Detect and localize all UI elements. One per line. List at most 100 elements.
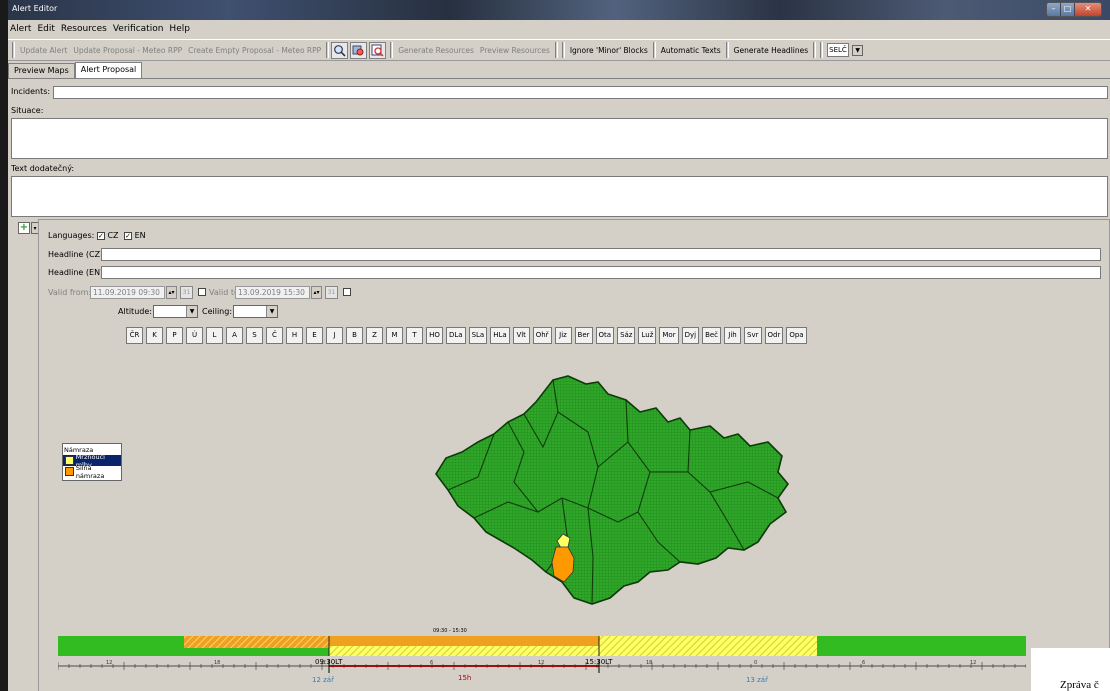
generate-resources-button[interactable]: Generate Resources	[395, 46, 477, 55]
menu-resources[interactable]: Resources	[61, 24, 107, 34]
chevron-down-icon[interactable]: ▼	[852, 44, 864, 56]
tab-preview-maps[interactable]: Preview Maps	[8, 63, 75, 78]
lang-cz-checkbox[interactable]: ✓	[96, 231, 105, 240]
automatic-texts-button[interactable]: Automatic Texts	[658, 46, 724, 55]
region-button[interactable]: Luž	[638, 327, 657, 344]
region-button[interactable]: SLa	[468, 327, 488, 344]
toolbar-separator	[390, 42, 394, 58]
region-button[interactable]: Opa	[786, 327, 807, 344]
text-dodatecny-textarea[interactable]	[11, 176, 1108, 217]
region-button[interactable]: M	[386, 327, 403, 344]
region-button[interactable]: HLa	[490, 327, 510, 344]
region-button[interactable]: K	[146, 327, 163, 344]
region-button[interactable]: Odr	[764, 327, 784, 344]
menu-help[interactable]: Help	[169, 24, 190, 34]
region-button[interactable]: L	[206, 327, 223, 344]
region-button[interactable]: Sáz	[617, 327, 636, 344]
timezone-select[interactable]: SELČ ▼	[827, 43, 864, 57]
hour-tick-label: 6	[430, 660, 433, 666]
ignore-minor-blocks-button[interactable]: Ignore 'Minor' Blocks	[567, 46, 651, 55]
calendar-icon[interactable]: 31	[325, 286, 338, 299]
timezone-value: SELČ	[827, 43, 850, 57]
region-button[interactable]: T	[406, 327, 423, 344]
menu-verification[interactable]: Verification	[113, 24, 164, 34]
hour-labels: 12 18 0 6 12 18 0 6 12	[106, 660, 976, 666]
update-proposal-button[interactable]: Update Proposal - Meteo RPP	[70, 46, 185, 55]
map-search-icon[interactable]	[350, 41, 368, 59]
region-button[interactable]: Č	[266, 327, 283, 344]
region-button[interactable]: DLa	[446, 327, 466, 344]
preview-resources-button[interactable]: Preview Resources	[477, 46, 553, 55]
region-button[interactable]: Jiz	[554, 327, 572, 344]
timeline-bar[interactable]	[58, 636, 1026, 656]
valid-from-spinner[interactable]: ▴▾	[166, 286, 177, 299]
toolbar-separator	[813, 42, 817, 58]
valid-to-checkbox[interactable]	[198, 288, 206, 296]
hour-tick-label: 0	[754, 660, 757, 666]
headline-cz-field[interactable]	[101, 248, 1101, 261]
region-button[interactable]: Ota	[595, 327, 615, 344]
timeline-segment-active[interactable]	[329, 636, 599, 646]
region-button[interactable]: P	[166, 327, 183, 344]
menu-alert[interactable]: Alert	[10, 24, 31, 34]
region-button[interactable]: Dyj	[681, 327, 700, 344]
lang-cz-label: CZ	[107, 231, 119, 240]
lang-en-checkbox[interactable]: ✓	[124, 231, 133, 240]
close-button[interactable]: ✕	[1075, 3, 1101, 16]
generate-headlines-button[interactable]: Generate Headlines	[731, 46, 811, 55]
text-dodatecny-label: Text dodatečný:	[11, 164, 75, 173]
toolbar-separator	[561, 42, 565, 58]
valid-to-field[interactable]: 13.09.2019 15:30	[235, 286, 310, 299]
altitude-select[interactable]: ▼	[153, 305, 198, 318]
chevron-down-icon: ▼	[266, 306, 277, 317]
title-bar: Alert Editor – □ ✕	[8, 0, 1110, 20]
ceiling-select[interactable]: ▼	[233, 305, 278, 318]
minimize-button[interactable]: –	[1047, 3, 1061, 16]
time-scale[interactable]: 12 18 0 6 12 18 0 6 12 09:30LT 15:30LT 15h 12 zá…	[58, 657, 1026, 687]
toolbar-separator	[652, 42, 656, 58]
region-button[interactable]: A	[226, 327, 243, 344]
timeline-segment	[599, 636, 817, 656]
headline-en-field[interactable]	[101, 266, 1101, 279]
altitude-label: Altitude:	[118, 307, 152, 316]
toolbar-separator	[554, 42, 558, 58]
zoom-icon[interactable]	[331, 41, 349, 59]
add-block-icon[interactable]: +	[18, 222, 30, 234]
timeline-segment	[184, 648, 329, 656]
valid-from-field[interactable]: 11.09.2019 09:30	[90, 286, 165, 299]
legend-swatch	[65, 456, 74, 465]
menu-bar: Alert Edit Resources Verification Help	[8, 20, 1110, 38]
legend-item[interactable]: Silná námraza	[63, 464, 121, 480]
start-time-label: 09:30LT	[315, 658, 343, 666]
valid-to-spinner[interactable]: ▴▾	[311, 286, 322, 299]
update-alert-button[interactable]: Update Alert	[17, 46, 70, 55]
region-button[interactable]: ČR	[126, 327, 143, 344]
region-button[interactable]: Mor	[659, 327, 679, 344]
region-button[interactable]: Vlt	[512, 327, 530, 344]
menu-edit[interactable]: Edit	[37, 24, 54, 34]
region-button[interactable]: Ú	[186, 327, 203, 344]
region-button[interactable]: Z	[366, 327, 383, 344]
region-button[interactable]: Ohř	[532, 327, 552, 344]
hour-tick-label: 12	[538, 660, 544, 666]
region-button[interactable]: E	[306, 327, 323, 344]
tab-alert-proposal[interactable]: Alert Proposal	[74, 62, 143, 78]
incidents-field[interactable]	[53, 86, 1108, 99]
calendar-icon[interactable]: 31	[180, 286, 193, 299]
situace-textarea[interactable]	[11, 118, 1108, 159]
region-button[interactable]: Svr	[744, 327, 762, 344]
region-button[interactable]: H	[286, 327, 303, 344]
region-button[interactable]: Ber	[574, 327, 593, 344]
region-button[interactable]: S	[246, 327, 263, 344]
extra-checkbox[interactable]	[343, 288, 351, 296]
czech-republic-map[interactable]	[428, 372, 808, 622]
region-button[interactable]: Beč	[702, 327, 722, 344]
maximize-button[interactable]: □	[1061, 3, 1075, 16]
region-button[interactable]: B	[346, 327, 363, 344]
region-button[interactable]: Jih	[724, 327, 742, 344]
incidents-label: Incidents:	[11, 87, 51, 96]
preview-search-icon[interactable]	[369, 41, 387, 59]
region-button[interactable]: HO	[426, 327, 443, 344]
create-empty-proposal-button[interactable]: Create Empty Proposal - Meteo RPP	[185, 46, 324, 55]
region-button[interactable]: J	[326, 327, 343, 344]
